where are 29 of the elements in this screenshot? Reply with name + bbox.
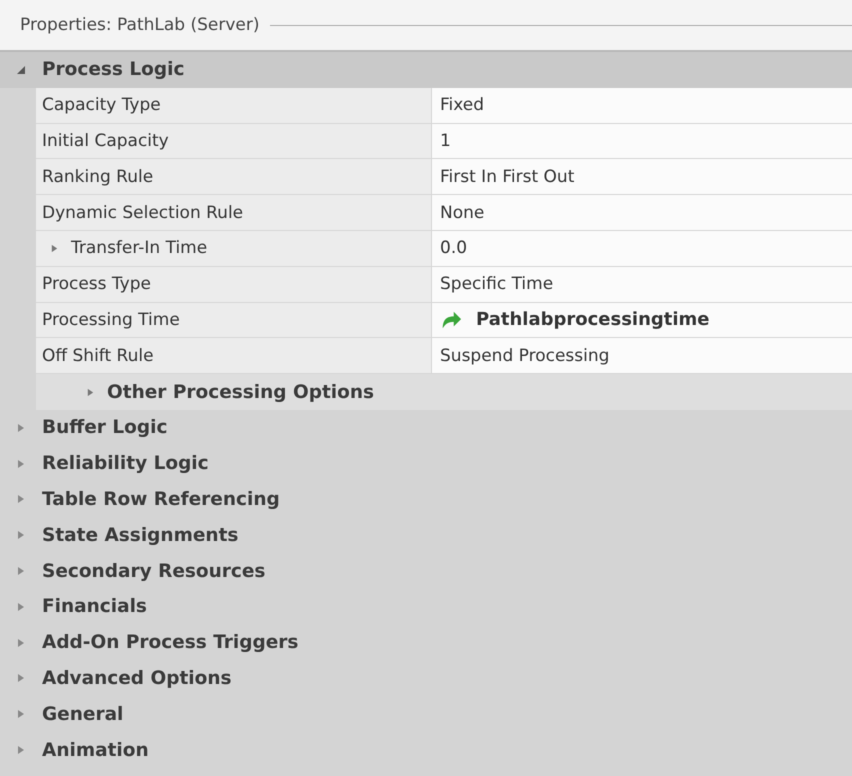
category-header[interactable]: Advanced Options — [0, 660, 852, 696]
category-header[interactable]: Secondary Resources — [0, 553, 852, 589]
property-name[interactable]: Process Type — [36, 266, 432, 302]
category-header[interactable]: Process Logic — [0, 52, 852, 88]
property-name[interactable]: Processing Time — [36, 302, 432, 338]
property-value[interactable]: Fixed — [432, 88, 852, 123]
property-name[interactable]: Ranking Rule — [36, 159, 432, 194]
category-header[interactable]: Table Row Referencing — [0, 482, 852, 518]
property-value[interactable]: 0.0 — [432, 230, 852, 266]
property-value[interactable]: Specific Time — [432, 266, 852, 302]
subcategory-header[interactable]: Other Processing Options — [36, 374, 852, 410]
category-header[interactable]: Reliability Logic — [0, 446, 852, 482]
category-header[interactable]: Add-On Process Triggers — [0, 624, 852, 661]
property-name[interactable]: Capacity Type — [36, 88, 432, 123]
property-name[interactable]: Transfer-In Time — [36, 230, 432, 266]
category-header[interactable]: Animation — [0, 732, 852, 768]
panel-title: Properties: PathLab (Server) — [20, 15, 260, 35]
property-name[interactable]: Dynamic Selection Rule — [36, 195, 432, 230]
property-value[interactable]: 1 — [432, 124, 852, 158]
category-header[interactable]: State Assignments — [0, 517, 852, 554]
property-value[interactable]: First In First Out — [432, 159, 852, 194]
category-header[interactable]: Financials — [0, 588, 852, 625]
property-name[interactable]: Initial Capacity — [36, 124, 432, 158]
property-value[interactable]: Pathlabprocessingtime — [432, 302, 852, 338]
property-name[interactable]: Off Shift Rule — [36, 338, 432, 374]
category-header[interactable]: Buffer Logic — [0, 410, 852, 446]
category-header[interactable]: General — [0, 696, 852, 732]
property-value[interactable]: Suspend Processing — [432, 338, 852, 374]
property-value[interactable]: None — [432, 195, 852, 230]
